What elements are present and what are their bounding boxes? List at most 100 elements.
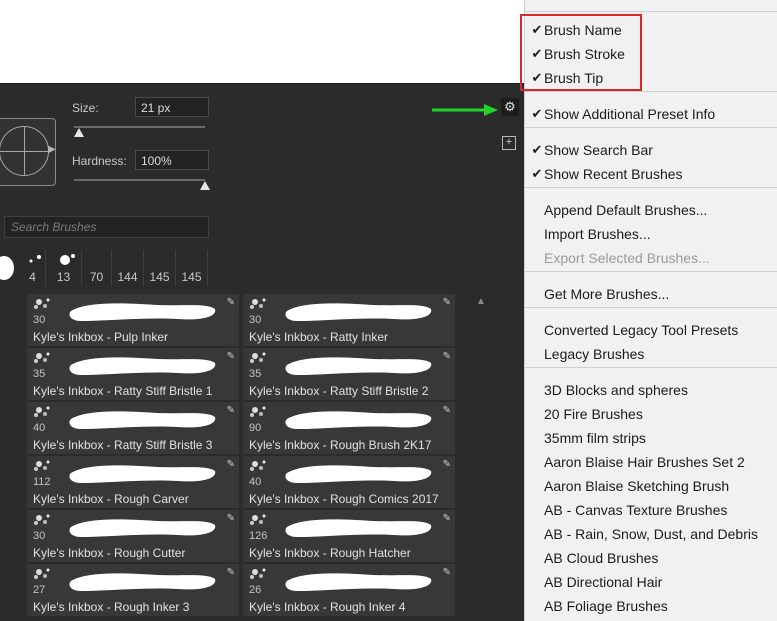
menu-item-label: Converted Legacy Tool Presets [544,322,739,338]
brush-edit-icon: ✎ [442,405,451,416]
recent-brush-3[interactable]: 70 [82,250,112,286]
brush-tip-thumbnail [247,350,269,366]
menu-item[interactable]: ✔ Show Additional Preset Info [525,102,777,126]
menu-item[interactable]: AB Foliage Brushes [525,594,777,618]
brush-tip-preview[interactable]: ▶ [0,118,56,186]
recent-brush-6[interactable]: 145 [176,250,208,286]
brush-preset-item[interactable]: 40 ✎ Kyle's Inkbox - Ratty Stiff Bristle 3 [27,402,239,454]
menu-separator [525,11,777,12]
brush-tip-thumbnail [31,296,53,312]
menu-item-label: Aaron Blaise Hair Brushes Set 2 [544,454,745,470]
recent-brush-2[interactable]: 13 [46,250,82,286]
brush-stroke-preview [283,513,433,541]
hardness-label: Hardness: [72,154,127,168]
size-slider-thumb[interactable] [74,128,85,137]
menu-item-label: Legacy Brushes [544,346,645,362]
menu-separator [525,127,777,128]
menu-item-label: AB - Rain, Snow, Dust, and Debris [544,526,758,542]
brush-stroke-preview [67,297,217,325]
menu-item[interactable]: Import Brushes... [525,222,777,246]
new-preset-icon[interactable]: + [502,136,516,150]
hardness-slider-thumb[interactable] [200,181,210,190]
menu-item-label: 35mm film strips [544,430,646,446]
menu-item[interactable]: Append Default Brushes... [525,198,777,222]
brush-name: Kyle's Inkbox - Rough Comics 2017 [249,492,439,506]
brush-preset-item[interactable]: 27 ✎ Kyle's Inkbox - Rough Inker 3 [27,564,239,616]
brush-name: Kyle's Inkbox - Rough Inker 4 [249,600,406,614]
menu-item-label: AB Cloud Brushes [544,550,659,566]
brush-tip-thumbnail [31,404,53,420]
menu-item[interactable]: Get More Brushes... [525,282,777,306]
brush-name: Kyle's Inkbox - Ratty Stiff Bristle 2 [249,384,429,398]
brush-size: 112 [33,476,51,488]
brush-edit-icon: ✎ [226,351,235,362]
brush-edit-icon: ✎ [226,459,235,470]
brush-name: Kyle's Inkbox - Rough Cutter [33,546,186,560]
hardness-field[interactable]: 100% [135,150,209,170]
brush-name: Kyle's Inkbox - Rough Hatcher [249,546,411,560]
brush-stroke-preview [283,567,433,595]
brush-preset-item[interactable]: 35 ✎ Kyle's Inkbox - Ratty Stiff Bristle 2 [243,348,455,400]
list-scrollbar[interactable]: ▲ [474,296,488,621]
brush-edit-icon: ✎ [226,297,235,308]
brush-dot-icon [29,255,41,263]
menu-item-label: Export Selected Brushes... [544,250,710,266]
menu-item[interactable]: Aaron Blaise Hair Brushes Set 2 [525,450,777,474]
recent-brush-size: 70 [89,270,104,284]
brush-preset-item[interactable]: 35 ✎ Kyle's Inkbox - Ratty Stiff Bristle 1 [27,348,239,400]
menu-item[interactable]: Legacy Brushes [525,342,777,366]
menu-item[interactable]: Aaron Blaise Sketching Brush [525,474,777,498]
recent-brush-5[interactable]: 145 [144,250,176,286]
menu-item-label: AB Directional Hair [544,574,663,590]
scroll-up-icon[interactable]: ▲ [474,296,488,307]
size-slider-track[interactable] [74,126,205,128]
brush-preset-item[interactable]: 126 ✎ Kyle's Inkbox - Rough Hatcher [243,510,455,562]
brush-name: Kyle's Inkbox - Rough Brush 2K17 [249,438,432,452]
brush-stroke-preview [67,351,217,379]
brush-preset-item[interactable]: 26 ✎ Kyle's Inkbox - Rough Inker 4 [243,564,455,616]
menu-item[interactable]: 3D Blocks and spheres [525,378,777,402]
brush-tip-thumbnail [247,404,269,420]
brush-preset-item[interactable]: 90 ✎ Kyle's Inkbox - Rough Brush 2K17 [243,402,455,454]
menu-item[interactable]: ✔ Show Recent Brushes [525,162,777,186]
menu-item[interactable]: Converted Legacy Tool Presets [525,318,777,342]
menu-item-label: 3D Blocks and spheres [544,382,688,398]
brush-tip-thumbnail [247,458,269,474]
brush-preset-item[interactable]: 112 ✎ Kyle's Inkbox - Rough Carver [27,456,239,508]
brush-tip-thumbnail [31,458,53,474]
hardness-slider-track[interactable] [74,179,205,181]
brush-stroke-preview [283,459,433,487]
brush-preset-item[interactable]: 30 ✎ Kyle's Inkbox - Pulp Inker [27,294,239,346]
menu-item[interactable]: AB - Rain, Snow, Dust, and Debris [525,522,777,546]
checkmark-icon: ✔ [531,166,543,181]
menu-item[interactable]: AB Directional Hair [525,570,777,594]
size-field[interactable]: 21 px [135,97,209,117]
brush-stroke-preview [67,513,217,541]
brush-edit-icon: ✎ [226,405,235,416]
recent-brush-4[interactable]: 144 [112,250,144,286]
brush-edit-icon: ✎ [442,459,451,470]
recent-brush-size: 144 [117,270,138,284]
gear-icon[interactable]: ⚙ [501,98,519,116]
brush-size: 27 [33,584,46,596]
brush-edit-icon: ✎ [442,513,451,524]
brush-name: Kyle's Inkbox - Pulp Inker [33,330,169,344]
menu-item[interactable]: AB - Canvas Texture Brushes [525,498,777,522]
brush-preset-item[interactable]: 40 ✎ Kyle's Inkbox - Rough Comics 2017 [243,456,455,508]
recent-brush-1[interactable]: 4 [20,250,46,286]
brush-tip-thumbnail [247,296,269,312]
brush-preset-item[interactable]: 30 ✎ Kyle's Inkbox - Ratty Inker [243,294,455,346]
search-brushes-input[interactable]: Search Brushes [4,216,209,238]
brush-edit-icon: ✎ [442,297,451,308]
brush-name: Kyle's Inkbox - Ratty Inker [249,330,389,344]
menu-item[interactable]: ✔ Show Search Bar [525,138,777,162]
menu-item[interactable]: 35mm film strips [525,426,777,450]
checkmark-icon: ✔ [531,106,543,121]
menu-item[interactable]: AB Cloud Brushes [525,546,777,570]
brush-stroke-preview [67,459,217,487]
menu-item: Export Selected Brushes... [525,246,777,270]
document-canvas-area [0,0,524,83]
menu-item[interactable]: 20 Fire Brushes [525,402,777,426]
brush-preset-item[interactable]: 30 ✎ Kyle's Inkbox - Rough Cutter [27,510,239,562]
menu-separator [525,271,777,272]
